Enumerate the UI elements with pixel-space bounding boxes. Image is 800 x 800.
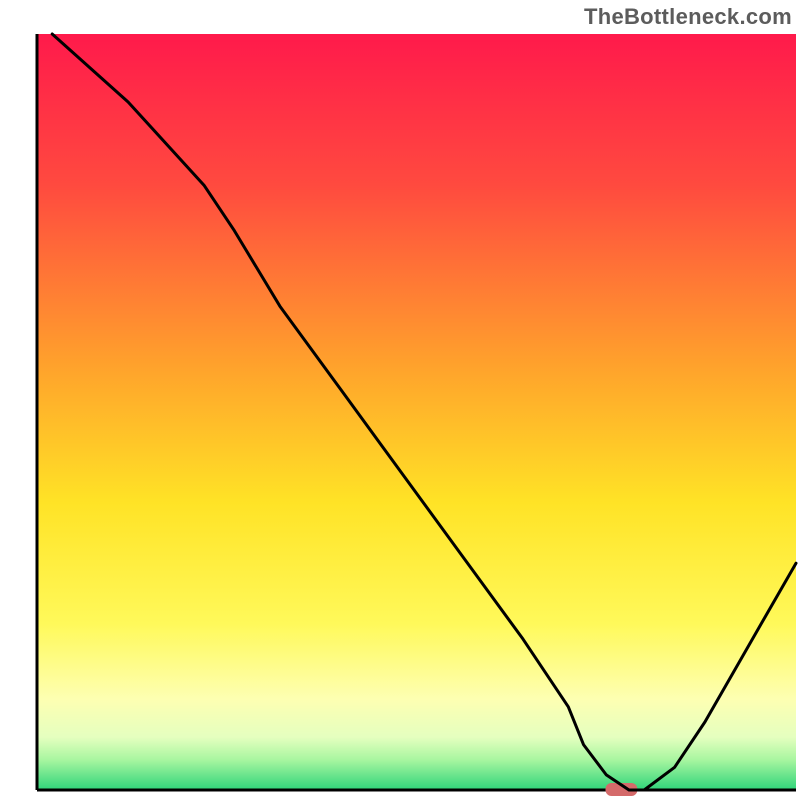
bottleneck-chart [0, 0, 800, 800]
chart-frame: TheBottleneck.com [0, 0, 800, 800]
plot-background [37, 34, 796, 790]
